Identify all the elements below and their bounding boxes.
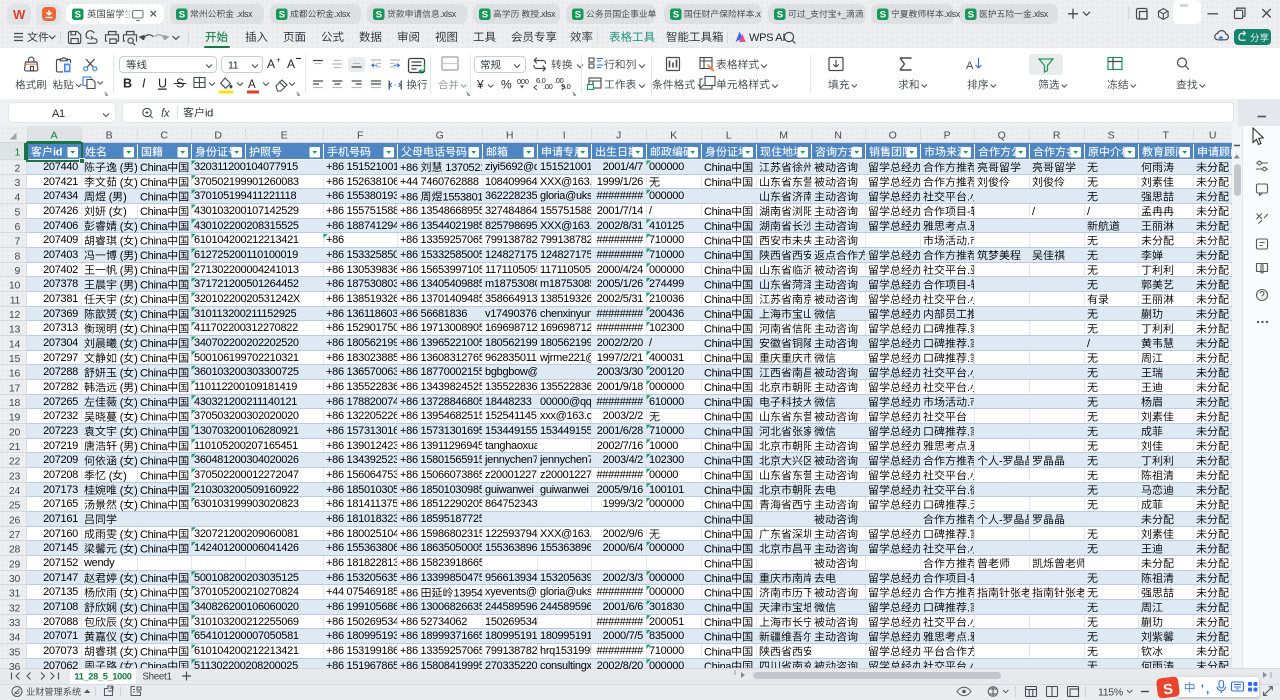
svg-text:(: ( [117,177,124,189]
svg-text:China: China [140,294,168,306]
svg-text:.: . [967,353,970,365]
svg-text:): ) [123,470,126,482]
svg-text:.: . [967,265,970,277]
svg-text:China: China [704,294,732,306]
svg-text:China: China [704,529,732,541]
svg-text:China: China [140,265,168,277]
svg-text:China: China [140,206,168,218]
svg-text:China: China [140,382,168,394]
svg-text:China: China [704,236,732,248]
svg-text:China: China [704,412,732,424]
svg-text:.: . [967,382,970,394]
svg-text:.: . [967,500,970,512]
svg-text:China: China [704,382,732,394]
svg-text:.: . [967,470,970,482]
svg-text:China: China [704,441,732,453]
svg-text:(: ( [117,529,124,541]
svg-text:.: . [967,617,970,629]
svg-text:China: China [140,500,168,512]
svg-text:China: China [704,470,732,482]
svg-text:China: China [140,441,168,453]
svg-text:13954: 13954 [454,588,483,600]
svg-text:(: ( [117,617,124,629]
svg-text:(: ( [117,265,124,277]
svg-text:China: China [704,265,732,277]
svg-text:China: China [704,558,732,570]
svg-text:(: ( [117,294,124,306]
svg-text:(: ( [117,588,124,600]
svg-text:China: China [140,177,168,189]
svg-text:(: ( [117,646,124,658]
svg-text:(: ( [117,412,124,424]
svg-text:China: China [140,470,168,482]
svg-text:China: China [140,617,168,629]
svg-text:-: - [967,206,971,218]
svg-text:(: ( [117,441,124,453]
svg-text:(: ( [117,324,124,336]
svg-text:.: . [967,294,970,306]
svg-text:China: China [140,324,168,336]
svg-text:/: / [1087,206,1091,218]
svg-text:China: China [704,206,732,218]
svg-text:.: . [967,529,970,541]
svg-text:China: China [704,500,732,512]
svg-text:China: China [140,236,168,248]
svg-text:(: ( [106,470,113,482]
svg-text:): ) [123,206,126,218]
svg-text:China: China [704,324,732,336]
svg-text:(: ( [117,500,124,512]
svg-text:China: China [140,412,168,424]
svg-text:(: ( [106,206,113,218]
svg-text:China: China [704,617,732,629]
svg-text:China: China [704,177,732,189]
svg-text:(: ( [117,382,124,394]
svg-text:China: China [140,588,168,600]
svg-text:China: China [704,646,732,658]
svg-text:.: . [967,441,970,453]
svg-text:/: / [1032,206,1036,218]
svg-text:(: ( [117,353,124,365]
svg-text:China: China [140,353,168,365]
svg-text:China: China [704,588,732,600]
svg-text:.: . [967,324,970,336]
svg-text:China: China [704,353,732,365]
svg-text:.: . [967,236,970,248]
svg-text:(: ( [117,236,124,248]
svg-text:China: China [140,646,168,658]
svg-text:+86: +86 [400,588,421,600]
svg-text:China: China [140,529,168,541]
